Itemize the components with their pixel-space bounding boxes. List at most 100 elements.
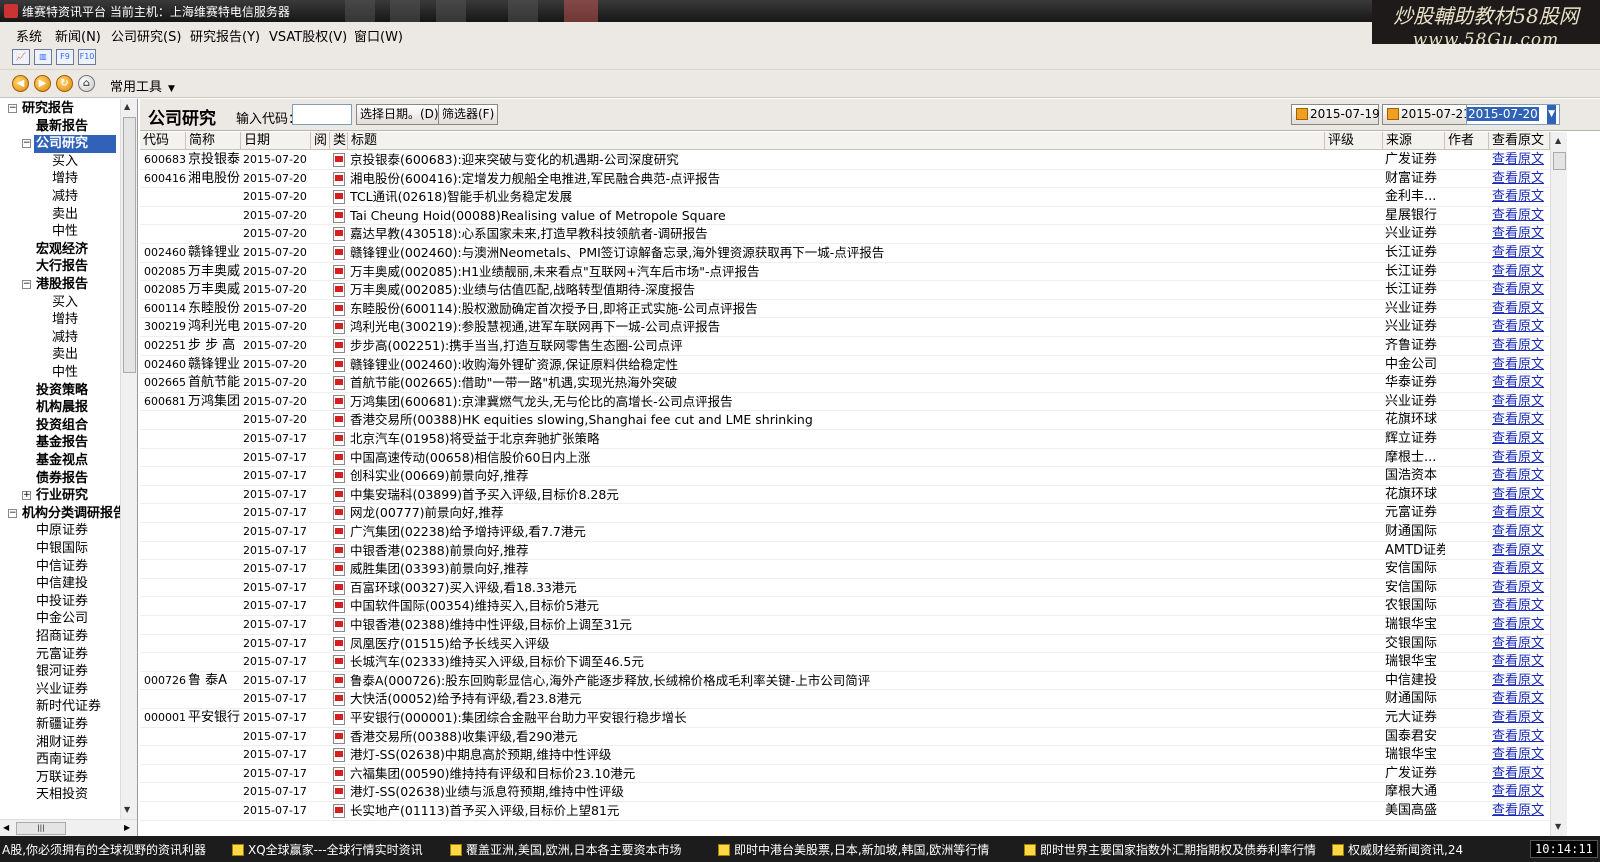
sidebar-item[interactable]: 投资组合 — [36, 417, 88, 435]
view-original-link[interactable]: 查看原文 — [1492, 560, 1548, 578]
cell-title[interactable]: 香港交易所(00388)收集评级,看290港元 — [350, 728, 1325, 746]
table-row[interactable]: 600683 京投银泰 2015-07-20 京投银泰(600683):迎来突破与变化… — [140, 151, 1550, 170]
pdf-icon[interactable] — [333, 672, 347, 690]
date-from-button[interactable]: 2015-07-19 — [1291, 104, 1380, 125]
pdf-icon[interactable] — [333, 430, 347, 448]
cell-title[interactable]: 首航节能(002665):借助"一带一路"机遇,实现光热海外突破 — [350, 374, 1325, 392]
view-original-link[interactable]: 查看原文 — [1492, 300, 1548, 318]
pdf-icon[interactable] — [333, 170, 347, 188]
ticker-item[interactable]: XQ全球赢家---全球行情实时资讯 — [232, 841, 423, 858]
pdf-icon[interactable] — [333, 560, 347, 578]
sidebar-item[interactable]: 中性 — [52, 364, 78, 382]
title-bar[interactable]: 维赛特资讯平台 当前主机：上海维赛特电信服务器 — [0, 0, 1600, 22]
view-original-link[interactable]: 查看原文 — [1492, 411, 1548, 429]
sidebar-item[interactable]: 增持 — [52, 170, 78, 188]
sidebar-item[interactable]: 新疆证券 — [36, 716, 88, 734]
sidebar-item[interactable]: 债券报告 — [36, 470, 88, 488]
view-original-link[interactable]: 查看原文 — [1492, 653, 1548, 671]
sidebar-item[interactable]: 银河证券 — [36, 663, 88, 681]
cell-title[interactable]: 京投银泰(600683):迎来突破与变化的机遇期-公司深度研究 — [350, 151, 1325, 169]
view-original-link[interactable]: 查看原文 — [1492, 170, 1548, 188]
view-original-link[interactable]: 查看原文 — [1492, 263, 1548, 281]
collapse-icon[interactable]: − — [22, 280, 31, 289]
sidebar-item[interactable]: 招商证券 — [36, 628, 88, 646]
view-original-link[interactable]: 查看原文 — [1492, 542, 1548, 560]
cell-title[interactable]: 中银香港(02388)前景向好,推荐 — [350, 542, 1325, 560]
table-row[interactable]: 2015-07-17 中国软件国际(00354)维持买入,目标价5港元 农银国际 查看… — [140, 597, 1550, 616]
cell-title[interactable]: 中集安瑞科(03899)首予买入评级,目标价8.28元 — [350, 486, 1325, 504]
sidebar-vertical-scrollbar[interactable]: ▲ ▼ — [120, 99, 137, 819]
pdf-icon[interactable] — [333, 225, 347, 243]
table-row[interactable]: 2015-07-17 威胜集团(03393)前景向好,推荐 安信国际 查看原文 — [140, 560, 1550, 579]
view-original-link[interactable]: 查看原文 — [1492, 337, 1548, 355]
table-row[interactable]: 2015-07-20 嘉达早教(430518):心系国家未来,打造早教科技领航者-… — [140, 225, 1550, 244]
pdf-icon[interactable] — [333, 635, 347, 653]
pdf-icon[interactable] — [333, 523, 347, 541]
cell-title[interactable]: 鲁泰A(000726):股东回购彰显信心,海外产能逐步释放,长绒棉价格成毛利率关… — [350, 672, 1325, 690]
forward-icon[interactable]: ▶ — [34, 75, 51, 92]
sidebar-item[interactable]: 中信建投 — [36, 575, 88, 593]
menu-news[interactable]: 新闻(N) — [55, 26, 101, 45]
sidebar-item[interactable]: 卖出 — [52, 346, 78, 364]
sidebar-item[interactable]: 基金视点 — [36, 452, 88, 470]
pdf-icon[interactable] — [333, 653, 347, 671]
pdf-icon[interactable] — [333, 337, 347, 355]
cell-title[interactable]: 网龙(00777)前景向好,推荐 — [350, 504, 1325, 522]
date-to-button[interactable]: 2015-07-21 — [1382, 104, 1471, 125]
pdf-icon[interactable] — [333, 783, 347, 801]
sidebar-item[interactable]: 买入 — [52, 294, 78, 312]
view-original-link[interactable]: 查看原文 — [1492, 393, 1548, 411]
cell-title[interactable]: 北京汽车(01958)将受益于北京奔驰扩张策略 — [350, 430, 1325, 448]
scroll-right-icon[interactable]: ▶ — [124, 823, 130, 832]
pdf-icon[interactable] — [333, 356, 347, 374]
table-row[interactable]: 2015-07-20 香港交易所(00388)HK equities slowin… — [140, 411, 1550, 430]
col-author[interactable]: 作者 — [1445, 132, 1489, 150]
cell-title[interactable]: 步步高(002251):携手当当,打造互联网零售生态圈-公司点评 — [350, 337, 1325, 355]
view-original-link[interactable]: 查看原文 — [1492, 523, 1548, 541]
col-read[interactable]: 阅 — [311, 132, 330, 150]
table-row[interactable]: 002251 步 步 高 2015-07-20 步步高(002251):携手当当,打造… — [140, 337, 1550, 356]
view-original-link[interactable]: 查看原文 — [1492, 635, 1548, 653]
cell-title[interactable]: 港灯-SS(02638)中期息高於预期,维持中性评级 — [350, 746, 1325, 764]
pdf-icon[interactable] — [333, 207, 347, 225]
table-row[interactable]: 2015-07-17 香港交易所(00388)收集评级,看290港元 国泰君安 查看原… — [140, 728, 1550, 747]
table-row[interactable]: 2015-07-17 创科实业(00669)前景向好,推荐 国浩资本 查看原文 — [140, 467, 1550, 486]
cell-title[interactable]: 六福集团(00590)维持持有评级和目标价23.10港元 — [350, 765, 1325, 783]
view-original-link[interactable]: 查看原文 — [1492, 356, 1548, 374]
view-original-link[interactable]: 查看原文 — [1492, 430, 1548, 448]
cell-title[interactable]: 鸿利光电(300219):参股慧视通,进军车联网再下一城-公司点评报告 — [350, 318, 1325, 336]
sidebar-item[interactable]: 最新报告 — [36, 118, 88, 136]
table-row[interactable]: 2015-07-17 广汽集团(02238)给予增持评级,看7.7港元 财通国际 查看… — [140, 523, 1550, 542]
cell-title[interactable]: 百富环球(00327)买入评级,看18.33港元 — [350, 579, 1325, 597]
table-row[interactable]: 2015-07-17 六福集团(00590)维持持有评级和目标价23.10港元 广发… — [140, 765, 1550, 784]
table-row[interactable]: 2015-07-20 TCL通讯(02618)智能手机业务稳定发展 金利丰... 查看… — [140, 188, 1550, 207]
cell-title[interactable]: 万丰奥威(002085):业绩与估值匹配,战略转型值期待-深度报告 — [350, 281, 1325, 299]
scrollbar-thumb[interactable]: ||| — [16, 822, 66, 835]
view-original-link[interactable]: 查看原文 — [1492, 579, 1548, 597]
cell-title[interactable]: 广汽集团(02238)给予增持评级,看7.7港元 — [350, 523, 1325, 541]
table-row[interactable]: 2015-07-17 凤凰医疗(01515)给予长线买入评级 交银国际 查看原文 — [140, 635, 1550, 654]
sidebar-item[interactable]: 天相投资 — [36, 786, 88, 804]
sidebar-item[interactable]: 卖出 — [52, 206, 78, 224]
cell-title[interactable]: Tai Cheung Hoid(00088)Realising value of… — [350, 207, 1325, 225]
table-row[interactable]: 2015-07-17 港灯-SS(02638)业绩与派息符预期,维持中性评级 摩根大… — [140, 783, 1550, 802]
ticker-item[interactable]: 覆盖亚洲,美国,欧洲,日本各主要资本市场 — [450, 841, 681, 858]
table-row[interactable]: 2015-07-17 长城汽车(02333)维持买入评级,目标价下调至46.5元 瑞… — [140, 653, 1550, 672]
sidebar-item[interactable]: 万联证券 — [36, 769, 88, 787]
cell-title[interactable]: 东睦股份(600114):股权激励确定首次授予日,即将正式实施-公司点评报告 — [350, 300, 1325, 318]
collapse-icon[interactable]: − — [22, 139, 31, 149]
ticker-item[interactable]: A股,你必须拥有的全球视野的资讯利器 — [2, 841, 206, 858]
table-row[interactable]: 600114 东睦股份 2015-07-20 东睦股份(600114):股权激励确定首… — [140, 300, 1550, 319]
cell-title[interactable]: 平安银行(000001):集团综合金融平台助力平安银行稳步增长 — [350, 709, 1325, 727]
collapse-icon[interactable]: − — [8, 104, 17, 113]
sidebar-item[interactable]: 大行报告 — [36, 258, 88, 276]
view-original-link[interactable]: 查看原文 — [1492, 504, 1548, 522]
sidebar-item[interactable]: 中原证券 — [36, 522, 88, 540]
table-row[interactable]: 002460 赣锋锂业 2015-07-20 赣锋锂业(002460):收购海外锂矿资… — [140, 356, 1550, 375]
view-original-link[interactable]: 查看原文 — [1492, 188, 1548, 206]
cell-title[interactable]: 港灯-SS(02638)业绩与派息符预期,维持中性评级 — [350, 783, 1325, 801]
pdf-icon[interactable] — [333, 690, 347, 708]
select-date-button[interactable]: 选择日期。(D) — [356, 104, 443, 125]
view-original-link[interactable]: 查看原文 — [1492, 690, 1548, 708]
cell-title[interactable]: 万丰奥威(002085):H1业绩靓丽,未来看点"互联网+汽车后市场"-点评报告 — [350, 263, 1325, 281]
